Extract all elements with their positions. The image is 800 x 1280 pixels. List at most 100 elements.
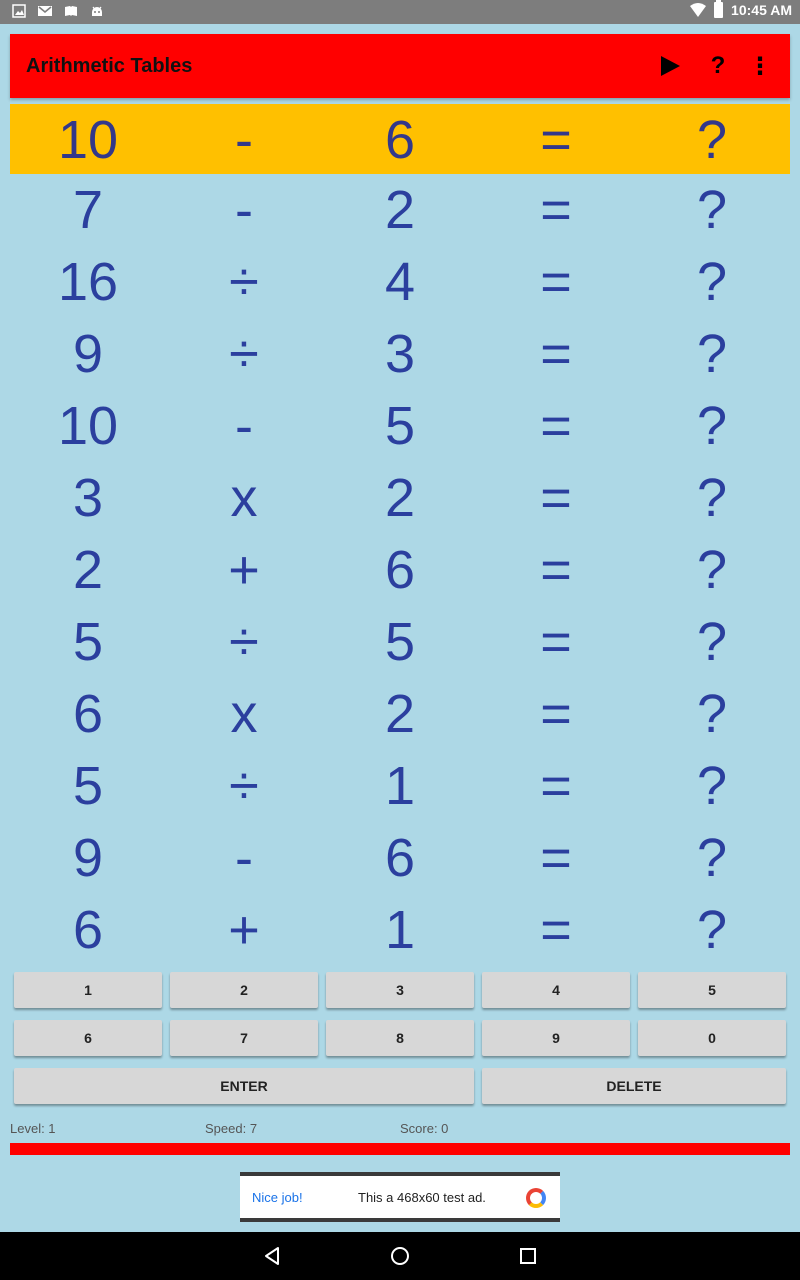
gmail-icon bbox=[38, 6, 52, 16]
equals-sign: = bbox=[540, 612, 572, 672]
key-2[interactable]: 2 bbox=[170, 972, 318, 1008]
key-8[interactable]: 8 bbox=[326, 1020, 474, 1056]
ad-text: This a 468x60 test ad. bbox=[358, 1190, 486, 1205]
operator: + bbox=[228, 900, 260, 960]
answer: ? bbox=[696, 396, 728, 456]
equals-sign: = bbox=[540, 110, 572, 170]
problem-row[interactable]: 6 + 1 = ? bbox=[10, 894, 790, 966]
problem-row[interactable]: 2 + 6 = ? bbox=[10, 534, 790, 606]
equals-sign: = bbox=[540, 540, 572, 600]
equals-sign: = bbox=[540, 828, 572, 888]
operator: - bbox=[235, 828, 253, 888]
overflow-menu-icon: ⋮ bbox=[748, 52, 772, 80]
problem-row[interactable]: 9 - 6 = ? bbox=[10, 822, 790, 894]
key-1[interactable]: 1 bbox=[14, 972, 162, 1008]
app-bar: Arithmetic Tables ? ⋮ bbox=[10, 34, 790, 98]
operator: ÷ bbox=[229, 324, 259, 384]
operand-b: 2 bbox=[384, 468, 416, 528]
key-4[interactable]: 4 bbox=[482, 972, 630, 1008]
operand-b: 6 bbox=[384, 540, 416, 600]
recents-icon[interactable] bbox=[516, 1244, 540, 1268]
answer: ? bbox=[696, 180, 728, 240]
answer: ? bbox=[696, 468, 728, 528]
clock: 10:45 AM bbox=[731, 2, 792, 18]
home-icon[interactable] bbox=[388, 1244, 412, 1268]
delete-button[interactable]: DELETE bbox=[482, 1068, 786, 1104]
operand-a: 10 bbox=[57, 110, 119, 170]
operand-a: 9 bbox=[72, 324, 104, 384]
problem-row[interactable]: 5 ÷ 5 = ? bbox=[10, 606, 790, 678]
equals-sign: = bbox=[540, 324, 572, 384]
image-icon bbox=[12, 4, 26, 18]
operand-b: 4 bbox=[384, 252, 416, 312]
operand-a: 5 bbox=[72, 756, 104, 816]
play-icon bbox=[661, 56, 680, 76]
key-9[interactable]: 9 bbox=[482, 1020, 630, 1056]
equals-sign: = bbox=[540, 900, 572, 960]
key-0[interactable]: 0 bbox=[638, 1020, 786, 1056]
operand-b: 5 bbox=[384, 396, 416, 456]
operator: + bbox=[228, 540, 260, 600]
score-label: Score: 0 bbox=[400, 1121, 449, 1136]
key-5[interactable]: 5 bbox=[638, 972, 786, 1008]
problem-row[interactable]: 10 - 6 = ? bbox=[10, 104, 790, 174]
timer-bar bbox=[10, 1143, 790, 1155]
problem-row[interactable]: 10 - 5 = ? bbox=[10, 390, 790, 462]
notification-icons bbox=[12, 4, 104, 18]
help-icon: ? bbox=[710, 52, 726, 79]
speed-label: Speed: 7 bbox=[205, 1121, 258, 1136]
problem-row[interactable]: 3 x 2 = ? bbox=[10, 462, 790, 534]
operand-a: 16 bbox=[57, 252, 119, 312]
operand-b: 1 bbox=[384, 900, 416, 960]
operand-b: 6 bbox=[384, 828, 416, 888]
operand-b: 1 bbox=[384, 756, 416, 816]
answer: ? bbox=[696, 756, 728, 816]
answer: ? bbox=[696, 828, 728, 888]
play-button[interactable] bbox=[654, 50, 686, 82]
equals-sign: = bbox=[540, 396, 572, 456]
ad-logo-icon bbox=[526, 1188, 546, 1208]
answer: ? bbox=[696, 252, 728, 312]
operand-a: 5 bbox=[72, 612, 104, 672]
level-label: Level: 1 bbox=[10, 1121, 56, 1136]
key-3[interactable]: 3 bbox=[326, 972, 474, 1008]
operand-a: 9 bbox=[72, 828, 104, 888]
operand-a: 3 bbox=[72, 468, 104, 528]
operand-a: 7 bbox=[72, 180, 104, 240]
answer: ? bbox=[696, 684, 728, 744]
ad-banner[interactable]: Nice job! This a 468x60 test ad. bbox=[240, 1172, 560, 1222]
equals-sign: = bbox=[540, 252, 572, 312]
operator: ÷ bbox=[229, 756, 259, 816]
book-icon bbox=[65, 6, 77, 16]
back-icon[interactable] bbox=[260, 1244, 284, 1268]
equals-sign: = bbox=[540, 180, 572, 240]
enter-button[interactable]: ENTER bbox=[14, 1068, 474, 1104]
operator: x bbox=[230, 684, 258, 744]
answer: ? bbox=[696, 324, 728, 384]
operand-b: 6 bbox=[384, 110, 416, 170]
operator: - bbox=[235, 110, 253, 170]
problem-row[interactable]: 7 - 2 = ? bbox=[10, 174, 790, 246]
answer: ? bbox=[696, 110, 728, 170]
operand-a: 6 bbox=[72, 684, 104, 744]
battery-icon bbox=[714, 0, 724, 18]
operand-a: 6 bbox=[72, 900, 104, 960]
key-6[interactable]: 6 bbox=[14, 1020, 162, 1056]
operator: x bbox=[230, 468, 258, 528]
equals-sign: = bbox=[540, 756, 572, 816]
operand-b: 3 bbox=[384, 324, 416, 384]
key-7[interactable]: 7 bbox=[170, 1020, 318, 1056]
app-title: Arithmetic Tables bbox=[26, 55, 193, 77]
problem-row[interactable]: 6 x 2 = ? bbox=[10, 678, 790, 750]
operator: - bbox=[235, 180, 253, 240]
help-button[interactable]: ? bbox=[702, 50, 734, 82]
overflow-menu-button[interactable]: ⋮ bbox=[744, 50, 776, 82]
problem-row[interactable]: 9 ÷ 3 = ? bbox=[10, 318, 790, 390]
android-icon bbox=[92, 6, 102, 16]
problem-row[interactable]: 5 ÷ 1 = ? bbox=[10, 750, 790, 822]
operator: ÷ bbox=[229, 252, 259, 312]
operand-b: 2 bbox=[384, 180, 416, 240]
problem-list: 10 - 6 = ? 7 - 2 = ? 16 ÷ 4 = ? 9 ÷ 3 = … bbox=[10, 104, 790, 966]
problem-row[interactable]: 16 ÷ 4 = ? bbox=[10, 246, 790, 318]
operator: ÷ bbox=[229, 612, 259, 672]
